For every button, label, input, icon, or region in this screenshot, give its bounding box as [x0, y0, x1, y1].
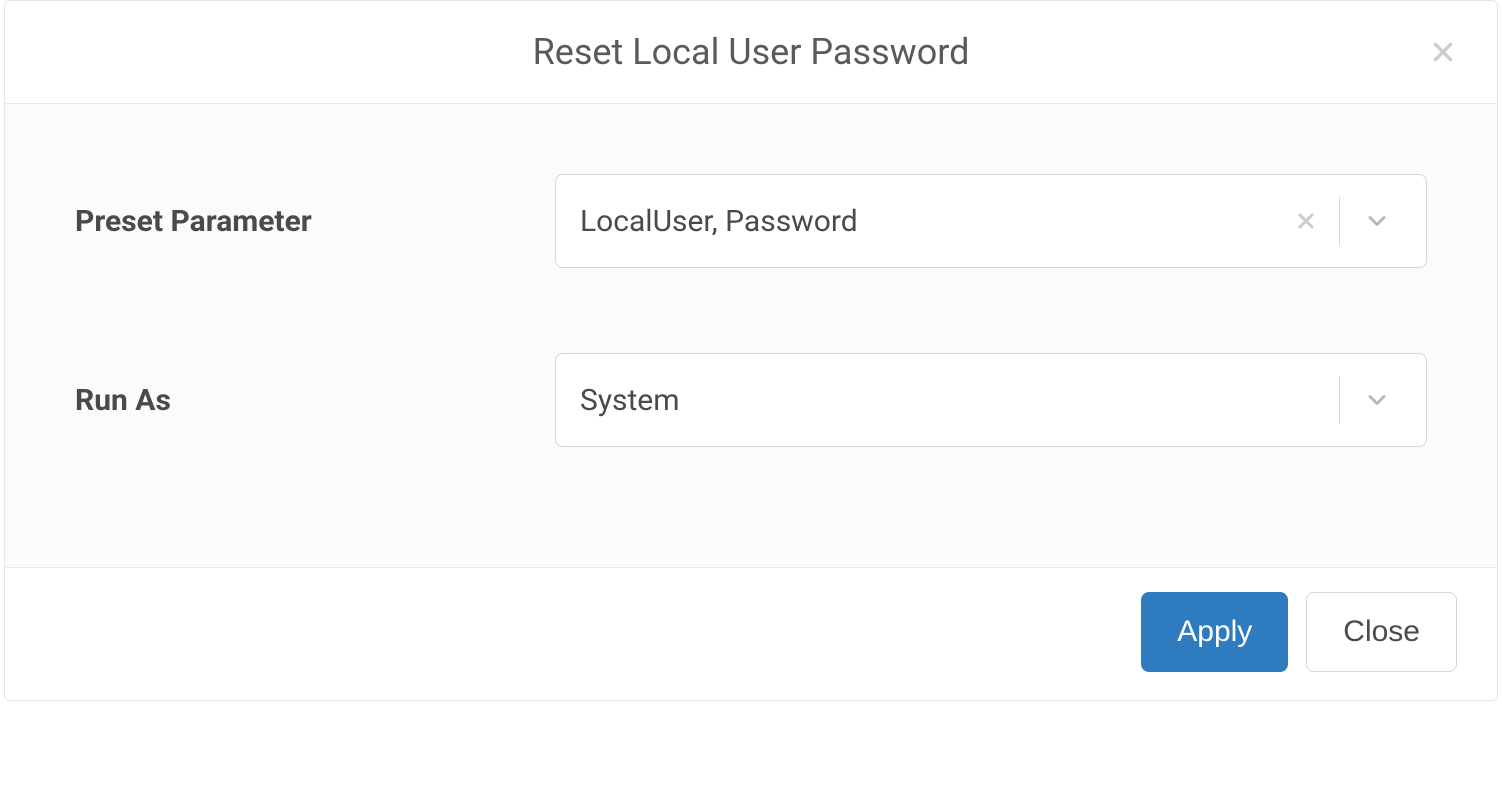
modal-title: Reset Local User Password: [533, 31, 970, 73]
preset-parameter-value: LocalUser, Password: [580, 204, 1281, 239]
clear-icon[interactable]: [1281, 196, 1331, 246]
preset-parameter-label: Preset Parameter: [75, 204, 555, 239]
modal-dialog: Reset Local User Password Preset Paramet…: [4, 0, 1498, 701]
run-as-label: Run As: [75, 383, 555, 418]
chevron-down-icon[interactable]: [1352, 196, 1402, 246]
preset-parameter-select[interactable]: LocalUser, Password: [555, 174, 1427, 268]
modal-header: Reset Local User Password: [5, 1, 1497, 104]
form-row-run-as: Run As System: [75, 353, 1427, 447]
apply-button[interactable]: Apply: [1141, 592, 1288, 672]
chevron-down-icon[interactable]: [1352, 375, 1402, 425]
preset-parameter-select-wrap: LocalUser, Password: [555, 174, 1427, 268]
divider: [1339, 197, 1340, 245]
close-button[interactable]: Close: [1306, 592, 1457, 672]
modal-body: Preset Parameter LocalUser, Password: [5, 104, 1497, 568]
run-as-value: System: [580, 383, 1331, 418]
modal-footer: Apply Close: [5, 568, 1497, 700]
divider: [1339, 376, 1340, 424]
form-row-preset-parameter: Preset Parameter LocalUser, Password: [75, 174, 1427, 268]
run-as-icons: [1331, 375, 1402, 425]
run-as-select-wrap: System: [555, 353, 1427, 447]
run-as-select[interactable]: System: [555, 353, 1427, 447]
preset-parameter-icons: [1281, 196, 1402, 246]
close-icon[interactable]: [1429, 38, 1457, 66]
